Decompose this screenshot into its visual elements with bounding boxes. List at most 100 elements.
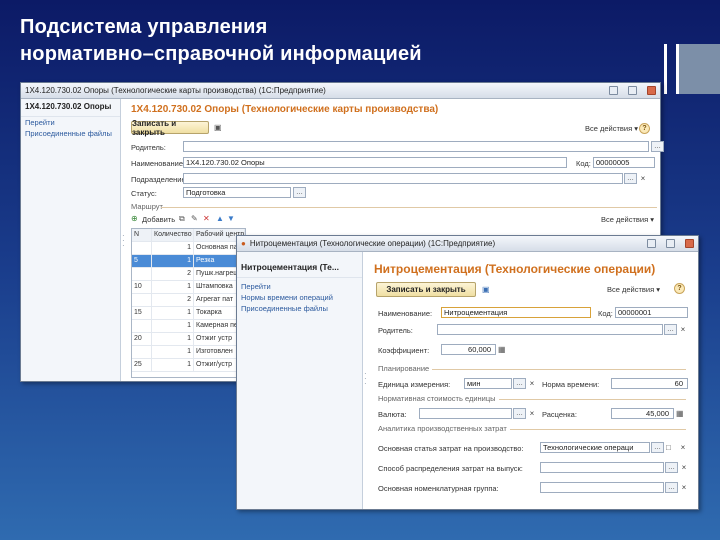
add-icon[interactable]: ⊕: [131, 213, 138, 224]
table-row[interactable]: 1 Основная пал: [132, 242, 245, 255]
close-icon[interactable]: [685, 239, 694, 248]
minimize-icon[interactable]: [609, 86, 618, 95]
planning-section-label: Планирование: [378, 364, 433, 373]
nav-item-time-norms[interactable]: Нормы времени операций: [237, 292, 362, 303]
maximize-icon[interactable]: [666, 239, 675, 248]
route-table-header: N Количество Рабочий центр: [132, 229, 245, 242]
table-row[interactable]: 10 1 Штамповка: [132, 281, 245, 294]
division-clear-icon[interactable]: ×: [638, 173, 648, 184]
cost-item-open-icon[interactable]: □: [666, 442, 671, 453]
nav-item-files[interactable]: Присоединенные файлы: [237, 303, 362, 314]
cell-n: [132, 268, 152, 280]
back-all-actions[interactable]: Все действия ▾: [585, 124, 638, 133]
name-field[interactable]: 1Х4.120.730.02 Опоры: [183, 157, 567, 168]
save-disk-icon[interactable]: ▣: [482, 284, 490, 295]
table-row[interactable]: 1 Изготовлен: [132, 346, 245, 359]
splitter-grip[interactable]: · · ·: [122, 232, 125, 250]
product-group-select-button[interactable]: …: [665, 482, 678, 493]
table-row[interactable]: 2 Пушк.нагреш: [132, 268, 245, 281]
division-label: Подразделение:: [131, 175, 188, 184]
cell-n: 20: [132, 333, 152, 345]
division-select-button[interactable]: …: [624, 173, 637, 184]
cell-qty: 2: [152, 294, 194, 306]
cell-qty: 1: [152, 346, 194, 358]
minimize-icon[interactable]: [647, 239, 656, 248]
front-window-titlebar[interactable]: ● Нитроцементация (Технологические опера…: [237, 236, 698, 252]
coef-label: Коэффициент:: [378, 346, 430, 355]
cell-n: [132, 294, 152, 306]
unit-clear-icon[interactable]: ×: [527, 378, 537, 389]
help-icon[interactable]: ?: [639, 123, 650, 134]
nav-item-goto[interactable]: Перейти: [21, 117, 120, 128]
currency-clear-icon[interactable]: ×: [527, 408, 537, 419]
code-field[interactable]: 00000005: [593, 157, 655, 168]
product-group-clear-icon[interactable]: ×: [679, 482, 689, 493]
help-icon[interactable]: ?: [674, 283, 685, 294]
back-window-titlebar[interactable]: 1Х4.120.730.02 Опоры (Технологические ка…: [21, 83, 660, 99]
back-save-close-button[interactable]: Записать и закрыть: [131, 119, 209, 137]
save-disk-icon[interactable]: ▣: [214, 122, 222, 133]
analytics-section-label: Аналитика производственных затрат: [378, 424, 510, 433]
nav-item-files[interactable]: Присоединенные файлы: [21, 128, 120, 139]
distribution-select-button[interactable]: …: [665, 462, 678, 473]
cell-qty: 1: [152, 333, 194, 345]
unit-label: Единица измерения:: [378, 380, 451, 389]
status-select-button[interactable]: …: [293, 187, 306, 198]
back-nav-header: 1Х4.120.730.02 Опоры: [21, 99, 120, 117]
rate-field[interactable]: 45,000: [611, 408, 674, 419]
coef-field[interactable]: 60,000: [441, 344, 496, 355]
time-norm-field[interactable]: 60: [611, 378, 688, 389]
cell-qty: 1: [152, 281, 194, 293]
front-all-actions[interactable]: Все действия ▾: [607, 285, 660, 294]
currency-field[interactable]: [419, 408, 512, 419]
calculator-icon[interactable]: ▦: [498, 344, 506, 355]
copy-icon[interactable]: ⧉: [179, 213, 185, 224]
col-n[interactable]: N: [132, 229, 152, 241]
move-down-icon[interactable]: ▼: [227, 213, 235, 224]
distribution-clear-icon[interactable]: ×: [679, 462, 689, 473]
cell-n: [132, 346, 152, 358]
cost-item-field[interactable]: Технологические операци: [540, 442, 650, 453]
close-icon[interactable]: [647, 86, 656, 95]
move-up-icon[interactable]: ▲: [216, 213, 224, 224]
table-row[interactable]: 25 1 Отжиг/устр: [132, 359, 245, 372]
table-row[interactable]: 2 Агрегат пат: [132, 294, 245, 307]
name-field[interactable]: Нитроцементация: [441, 307, 591, 318]
table-row[interactable]: 15 1 Токарка: [132, 307, 245, 320]
product-group-field[interactable]: [540, 482, 664, 493]
parent-select-button[interactable]: …: [664, 324, 677, 335]
status-field[interactable]: Подготовка: [183, 187, 291, 198]
add-button[interactable]: Добавить: [142, 215, 175, 224]
front-save-close-button[interactable]: Записать и закрыть: [376, 282, 476, 297]
col-qty[interactable]: Количество: [152, 229, 194, 241]
cell-n: 25: [132, 359, 152, 371]
edit-icon[interactable]: ✎: [191, 213, 198, 224]
table-row[interactable]: 1 Камерная пе: [132, 320, 245, 333]
route-all-actions[interactable]: Все действия ▾: [601, 215, 654, 224]
splitter-grip[interactable]: · · ·: [364, 370, 367, 388]
parent-clear-icon[interactable]: ×: [678, 324, 688, 335]
calculator-icon[interactable]: ▦: [676, 408, 684, 419]
nav-item-goto[interactable]: Перейти: [237, 278, 362, 292]
cost-item-select-button[interactable]: …: [651, 442, 664, 453]
delete-icon[interactable]: ✕: [203, 213, 210, 224]
currency-select-button[interactable]: …: [513, 408, 526, 419]
cell-qty: 1: [152, 255, 194, 267]
cell-qty: 1: [152, 307, 194, 319]
maximize-icon[interactable]: [628, 86, 637, 95]
table-row[interactable]: 5 1 Резка: [132, 255, 245, 268]
unit-field[interactable]: мин: [464, 378, 512, 389]
table-row[interactable]: 20 1 Отжиг устр: [132, 333, 245, 346]
distribution-field[interactable]: [540, 462, 664, 473]
unit-select-button[interactable]: …: [513, 378, 526, 389]
cell-n: [132, 242, 152, 254]
parent-select-button[interactable]: …: [651, 141, 664, 152]
front-nav-panel: Нитроцементация (Те... Перейти Нормы вре…: [237, 252, 363, 509]
parent-field[interactable]: [437, 324, 663, 335]
parent-field[interactable]: [183, 141, 649, 152]
cost-item-clear-icon[interactable]: ×: [678, 442, 688, 453]
code-field[interactable]: 00000001: [615, 307, 688, 318]
product-group-label: Основная номенклатурная группа:: [378, 484, 499, 493]
parent-label: Родитель:: [378, 326, 413, 335]
division-field[interactable]: [183, 173, 623, 184]
